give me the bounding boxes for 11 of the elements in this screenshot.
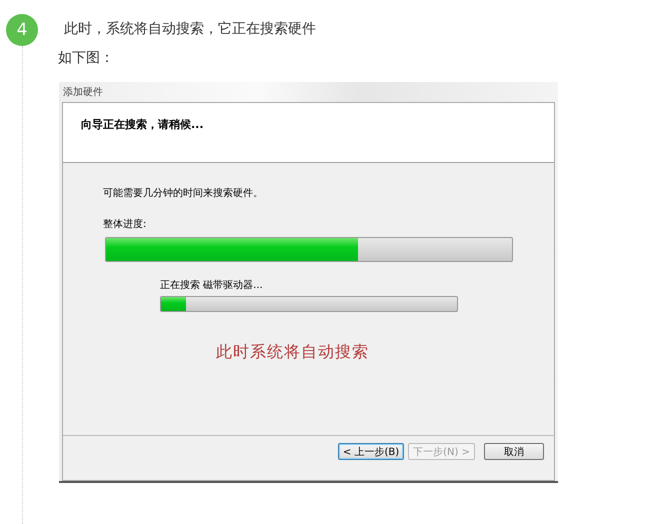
step-subtext: 如下图： xyxy=(58,49,114,67)
cancel-button[interactable]: 取消 xyxy=(484,443,544,460)
annotation-text: 此时系统将自动搜索 xyxy=(216,342,370,363)
info-text: 可能需要几分钟的时间来搜索硬件。 xyxy=(103,186,264,200)
window-title: 添加硬件 xyxy=(62,86,104,100)
back-button[interactable]: < 上一步(B) xyxy=(338,443,404,460)
progress-label: 整体进度: xyxy=(103,218,148,231)
step-text: 此时，系统将自动搜索，它正在搜索硬件 xyxy=(64,20,316,38)
progress-label: 正在搜索 磁带驱动器... xyxy=(160,278,264,292)
step-number-badge: 4 xyxy=(6,14,38,46)
wizard-heading: 向导正在搜索，请稍候... xyxy=(81,118,204,131)
